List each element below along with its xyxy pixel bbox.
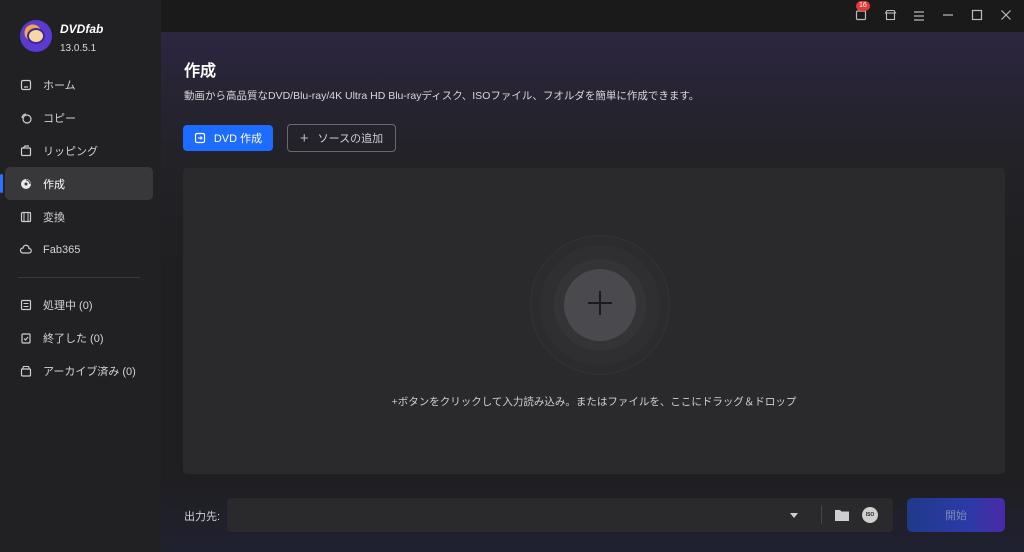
sidebar-item-label: 終了した (0)	[43, 332, 104, 345]
sidebar: DVDfab 13.0.5.1 ホーム コピー リッピング 作成 変換 Fab3…	[0, 0, 161, 552]
film-icon	[20, 211, 32, 223]
dvd-create-button[interactable]: DVD 作成	[183, 125, 273, 151]
processing-icon	[20, 299, 32, 311]
home-icon	[20, 79, 32, 91]
maximize-icon	[971, 9, 983, 24]
minimize-icon	[942, 9, 954, 24]
store-icon	[884, 9, 897, 24]
sidebar-item-label: 変換	[43, 211, 65, 224]
sidebar-task-nav: 処理中 (0) 終了した (0) アーカイブ済み (0)	[0, 288, 161, 387]
sidebar-item-copy[interactable]: コピー	[5, 101, 153, 134]
start-button[interactable]: 開始	[907, 498, 1005, 532]
menu-button[interactable]	[911, 8, 927, 24]
dvd-create-label: DVD 作成	[213, 133, 263, 145]
page-title: 作成	[184, 63, 217, 80]
app-version: 13.0.5.1	[60, 43, 97, 54]
add-file-button[interactable]	[564, 269, 636, 341]
dvdfab-logo	[20, 20, 52, 52]
close-icon	[1000, 9, 1012, 24]
sidebar-item-label: アーカイブ済み (0)	[43, 365, 136, 378]
drop-hint: +ボタンをクリックして入力読み込み。またはファイルを、ここにドラッグ＆ドロップ	[391, 396, 797, 408]
sidebar-item-creator[interactable]: 作成	[0, 167, 153, 200]
sidebar-item-finished[interactable]: 終了した (0)	[5, 321, 153, 354]
menu-icon	[913, 9, 925, 24]
sidebar-item-label: コピー	[43, 112, 76, 125]
close-button[interactable]	[998, 8, 1014, 24]
maximize-button[interactable]	[969, 8, 985, 24]
sidebar-item-converter[interactable]: 変換	[5, 200, 153, 233]
title-bar: 16	[161, 0, 1024, 32]
sidebar-item-label: 作成	[43, 178, 65, 191]
chevron-down-icon[interactable]	[790, 513, 798, 518]
sidebar-nav: ホーム コピー リッピング 作成 変換 Fab365	[0, 68, 161, 266]
add-plus-icon	[587, 290, 613, 321]
plus-icon: +	[299, 129, 309, 147]
drop-zone[interactable]: +ボタンをクリックして入力読み込み。またはファイルを、ここにドラッグ＆ドロップ	[183, 168, 1005, 474]
disc-graphic	[530, 235, 670, 375]
minimize-button[interactable]	[940, 8, 956, 24]
app-name: DVDfab	[60, 22, 104, 36]
sidebar-item-fab365[interactable]: Fab365	[5, 233, 153, 266]
output-separator	[821, 506, 822, 524]
sidebar-item-label: 処理中 (0)	[43, 299, 93, 312]
main-panel: 作成 動画から高品質なDVD/Blu-ray/4K Ultra HD Blu-r…	[161, 32, 1024, 552]
finished-icon	[20, 332, 32, 344]
sidebar-item-label: リッピング	[43, 145, 98, 158]
sidebar-item-label: Fab365	[43, 243, 81, 256]
disc-icon	[20, 178, 32, 190]
sidebar-item-processing[interactable]: 処理中 (0)	[5, 288, 153, 321]
sidebar-divider	[18, 277, 140, 278]
sidebar-item-label: ホーム	[43, 79, 76, 92]
iso-icon[interactable]: ISO	[862, 507, 878, 523]
copy-icon	[20, 112, 32, 124]
archive-icon	[20, 365, 32, 377]
cloud-icon	[20, 244, 32, 256]
sidebar-item-ripper[interactable]: リッピング	[5, 134, 153, 167]
add-source-button[interactable]: + ソースの追加	[287, 124, 396, 152]
output-path-field[interactable]: ISO	[227, 498, 893, 532]
notification-button[interactable]: 16	[853, 1, 870, 24]
ripper-icon	[20, 144, 32, 157]
folder-icon[interactable]	[834, 508, 850, 522]
page-subtitle: 動画から高品質なDVD/Blu-ray/4K Ultra HD Blu-rayデ…	[184, 90, 700, 102]
notification-badge: 16	[856, 1, 870, 11]
store-button[interactable]	[882, 8, 898, 24]
output-label: 出力先:	[184, 511, 221, 523]
dvd-create-icon	[194, 132, 206, 144]
add-source-label: ソースの追加	[317, 133, 384, 145]
sidebar-item-archived[interactable]: アーカイブ済み (0)	[5, 354, 153, 387]
sidebar-item-home[interactable]: ホーム	[5, 68, 153, 101]
